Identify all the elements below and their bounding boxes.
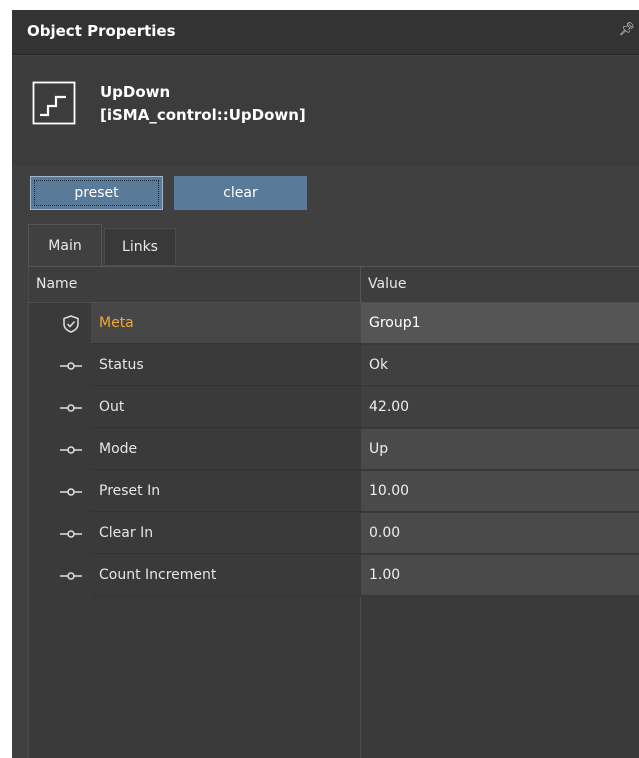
property-value: 42.00: [361, 387, 639, 428]
slot-link-icon: [60, 362, 82, 370]
table-row[interactable]: Preset In 10.00: [29, 471, 639, 513]
column-divider[interactable]: [360, 267, 361, 303]
property-name: Status: [91, 345, 361, 386]
clear-button-label: clear: [223, 185, 258, 201]
grid-empty-area: [91, 597, 361, 758]
preset-button[interactable]: preset: [30, 176, 163, 210]
object-properties-panel: Object Properties 📌︎ UpDown [iSMA_contro…: [12, 10, 639, 758]
property-value[interactable]: Up: [361, 429, 639, 470]
pin-icon[interactable]: 📌︎: [618, 22, 635, 37]
table-row[interactable]: Count Increment 1.00: [29, 555, 639, 597]
property-name: Count Increment: [91, 555, 361, 596]
updown-step-icon: [32, 81, 76, 125]
property-value[interactable]: 1.00: [361, 555, 639, 596]
property-value[interactable]: Group1: [361, 303, 639, 344]
property-value: Ok: [361, 345, 639, 386]
property-name: Preset In: [91, 471, 361, 512]
object-header: UpDown [iSMA_control::UpDown]: [12, 56, 639, 166]
slot-link-icon: [60, 488, 82, 496]
shield-icon: [63, 315, 79, 333]
table-row[interactable]: Mode Up: [29, 429, 639, 471]
table-row[interactable]: Clear In 0.00: [29, 513, 639, 555]
property-name: Mode: [91, 429, 361, 470]
column-header-name[interactable]: Name: [36, 276, 77, 292]
column-header-value[interactable]: Value: [368, 276, 406, 292]
panel-titlebar: Object Properties 📌︎: [12, 10, 639, 55]
property-name: Clear In: [91, 513, 361, 554]
tab-links[interactable]: Links: [104, 228, 176, 266]
focus-outline: [34, 180, 159, 206]
grid-header: Name Value: [29, 267, 639, 303]
table-row[interactable]: Status Ok: [29, 345, 639, 387]
property-name: Meta: [91, 303, 361, 344]
property-name: Out: [91, 387, 361, 428]
clear-button[interactable]: clear: [174, 176, 307, 210]
slot-link-icon: [60, 530, 82, 538]
object-type: [iSMA_control::UpDown]: [100, 106, 306, 124]
slot-link-icon: [60, 446, 82, 454]
panel-title: Object Properties: [27, 22, 176, 40]
tab-main[interactable]: Main: [28, 224, 102, 266]
object-name: UpDown: [100, 83, 171, 101]
tab-links-label: Links: [122, 239, 158, 255]
slot-link-icon: [60, 404, 82, 412]
table-row[interactable]: Out 42.00: [29, 387, 639, 429]
property-value[interactable]: 0.00: [361, 513, 639, 554]
tab-main-label: Main: [48, 237, 82, 254]
table-row[interactable]: Meta Group1: [29, 303, 639, 345]
property-grid: Name Value Meta Group1 Status Ok Out 42.…: [28, 266, 639, 758]
property-value[interactable]: 10.00: [361, 471, 639, 512]
slot-link-icon: [60, 572, 82, 580]
